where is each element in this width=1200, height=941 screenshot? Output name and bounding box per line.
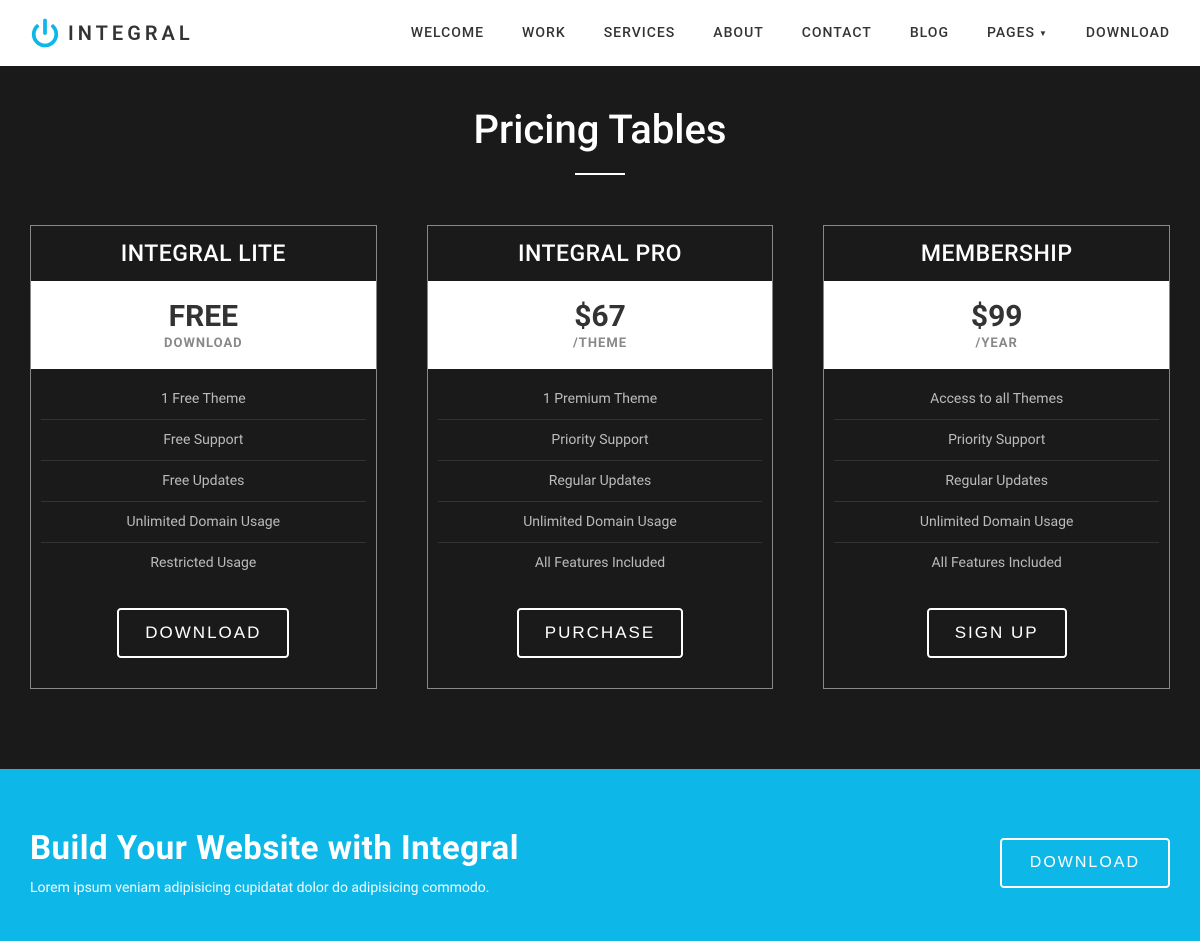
cta-content: Build Your Website with Integral Lorem i… (30, 829, 519, 896)
signup-button[interactable]: SIGN UP (927, 608, 1067, 658)
card-header: MEMBERSHIP (824, 226, 1169, 281)
chevron-down-icon: ▼ (1039, 29, 1048, 38)
card-price-box: $99 /YEAR (824, 281, 1169, 369)
card-footer: DOWNLOAD (31, 583, 376, 688)
cta-download-button[interactable]: DOWNLOAD (1000, 838, 1170, 888)
logo[interactable]: INTEGRAL (30, 18, 194, 48)
feature-item: Priority Support (834, 420, 1159, 461)
feature-item: All Features Included (438, 543, 763, 583)
nav-welcome[interactable]: WELCOME (411, 25, 484, 41)
nav-about[interactable]: ABOUT (713, 25, 763, 41)
card-features: 1 Premium Theme Priority Support Regular… (428, 369, 773, 583)
pricing-card-membership: MEMBERSHIP $99 /YEAR Access to all Theme… (823, 225, 1170, 689)
brand-name: INTEGRAL (68, 21, 194, 45)
download-button[interactable]: DOWNLOAD (117, 608, 289, 658)
nav-contact[interactable]: CONTACT (802, 25, 872, 41)
nav-pages-label: PAGES (987, 25, 1035, 41)
card-footer: PURCHASE (428, 583, 773, 688)
card-price: $67 (428, 299, 773, 334)
card-features: Access to all Themes Priority Support Re… (824, 369, 1169, 583)
nav-work[interactable]: WORK (522, 25, 566, 41)
title-underline (575, 173, 625, 175)
feature-item: Priority Support (438, 420, 763, 461)
feature-item: 1 Premium Theme (438, 379, 763, 420)
card-header: INTEGRAL LITE (31, 226, 376, 281)
feature-item: Access to all Themes (834, 379, 1159, 420)
card-price-box: $67 /THEME (428, 281, 773, 369)
feature-item: Free Updates (41, 461, 366, 502)
feature-item: 1 Free Theme (41, 379, 366, 420)
feature-item: Free Support (41, 420, 366, 461)
cta-subtitle: Lorem ipsum veniam adipisicing cupidatat… (30, 880, 519, 896)
cta-section: Build Your Website with Integral Lorem i… (0, 769, 1200, 941)
card-price: FREE (31, 299, 376, 334)
card-price: $99 (824, 299, 1169, 334)
feature-item: Regular Updates (438, 461, 763, 502)
section-title: Pricing Tables (30, 106, 1170, 153)
pricing-card-pro: INTEGRAL PRO $67 /THEME 1 Premium Theme … (427, 225, 774, 689)
card-features: 1 Free Theme Free Support Free Updates U… (31, 369, 376, 583)
card-header: INTEGRAL PRO (428, 226, 773, 281)
pricing-card-lite: INTEGRAL LITE FREE DOWNLOAD 1 Free Theme… (30, 225, 377, 689)
power-icon (30, 18, 60, 48)
feature-item: All Features Included (834, 543, 1159, 583)
nav-services[interactable]: SERVICES (604, 25, 676, 41)
card-period: /YEAR (824, 336, 1169, 351)
feature-item: Restricted Usage (41, 543, 366, 583)
feature-item: Regular Updates (834, 461, 1159, 502)
card-price-box: FREE DOWNLOAD (31, 281, 376, 369)
navbar: INTEGRAL WELCOME WORK SERVICES ABOUT CON… (0, 0, 1200, 66)
nav-pages[interactable]: PAGES ▼ (987, 25, 1048, 41)
card-period: DOWNLOAD (31, 336, 376, 351)
card-period: /THEME (428, 336, 773, 351)
feature-item: Unlimited Domain Usage (438, 502, 763, 543)
nav-links: WELCOME WORK SERVICES ABOUT CONTACT BLOG… (411, 25, 1170, 41)
nav-download[interactable]: DOWNLOAD (1086, 25, 1170, 41)
pricing-grid: INTEGRAL LITE FREE DOWNLOAD 1 Free Theme… (30, 225, 1170, 689)
purchase-button[interactable]: PURCHASE (517, 608, 683, 658)
pricing-section: Pricing Tables INTEGRAL LITE FREE DOWNLO… (0, 66, 1200, 769)
feature-item: Unlimited Domain Usage (834, 502, 1159, 543)
nav-blog[interactable]: BLOG (910, 25, 949, 41)
feature-item: Unlimited Domain Usage (41, 502, 366, 543)
card-footer: SIGN UP (824, 583, 1169, 688)
cta-title: Build Your Website with Integral (30, 829, 519, 868)
